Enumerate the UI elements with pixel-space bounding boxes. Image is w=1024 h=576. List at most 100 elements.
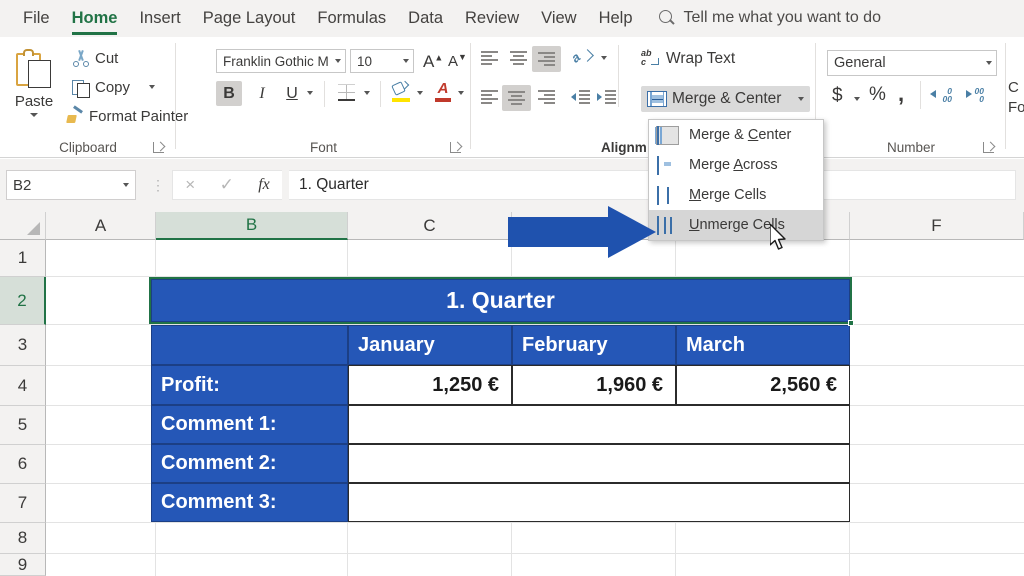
font-dialog-launcher[interactable] [450,142,461,153]
borders-icon [337,83,356,102]
insert-function-icon[interactable]: fx [258,176,270,194]
cell-b4[interactable]: Profit: [151,365,348,405]
tab-data[interactable]: Data [397,4,454,32]
wrap-text-button[interactable]: ab c Wrap Text [641,48,735,68]
cut-button[interactable]: Cut [72,49,118,67]
select-all-corner[interactable] [0,212,46,240]
align-center-button[interactable] [502,85,531,111]
chevron-down-icon[interactable] [335,59,341,63]
tab-review[interactable]: Review [454,4,530,32]
chevron-down-icon[interactable] [798,97,805,101]
fill-handle[interactable] [848,320,854,326]
clipboard-dialog-launcher[interactable] [153,142,164,153]
font-name-input[interactable]: Franklin Gothic M [216,49,346,73]
cell-e3[interactable]: March [676,325,850,365]
menu-item-merge-across[interactable]: Merge Across [649,150,823,180]
increase-font-size-button[interactable]: A▲ [423,52,443,72]
menu-item-merge-cells[interactable]: Merge Cells [649,180,823,210]
row-header-1[interactable]: 1 [0,240,46,277]
tab-insert[interactable]: Insert [128,4,191,32]
increase-indent-button[interactable] [597,90,616,105]
column-header-a[interactable]: A [46,212,156,240]
cell-b6[interactable]: Comment 2: [151,444,348,483]
conditional-formatting-line2[interactable]: Fo [1008,99,1024,116]
tab-page-layout[interactable]: Page Layout [192,4,307,32]
chevron-down-icon[interactable] [123,183,129,187]
row-header-6[interactable]: 6 [0,445,46,484]
chevron-down-icon [601,56,607,60]
row-header-8[interactable]: 8 [0,523,46,554]
menu-item-merge-center[interactable]: Merge & Center [649,120,823,150]
number-format-select[interactable]: General [827,50,997,76]
row-header-4[interactable]: 4 [0,366,46,406]
cell-b7[interactable]: Comment 3: [151,483,348,522]
format-painter-button[interactable]: Format Painter [66,107,188,125]
italic-button[interactable]: I [249,81,275,106]
cell-c3[interactable]: January [348,325,512,365]
chevron-down-icon[interactable] [986,61,992,65]
cell-e4[interactable]: 2,560 € [676,365,850,405]
tab-formulas[interactable]: Formulas [306,4,397,32]
decrease-font-size-button[interactable]: A▼ [448,52,467,70]
font-size-input[interactable]: 10 [350,49,414,73]
cell-c4[interactable]: 1,250 € [348,365,512,405]
underline-button[interactable]: U [279,81,305,106]
cell-d4[interactable]: 1,960 € [512,365,676,405]
align-right-button[interactable] [537,89,556,105]
chevron-down-icon[interactable] [149,85,156,89]
currency-button[interactable]: $ [832,85,843,107]
percent-button[interactable]: % [869,84,886,106]
tab-file[interactable]: File [12,4,61,32]
underline-dropdown[interactable] [307,91,313,95]
tab-home[interactable]: Home [61,4,129,35]
fill-color-dropdown[interactable] [417,91,423,95]
currency-dropdown[interactable] [854,97,860,101]
bold-button[interactable]: B [216,81,242,106]
menu-item-unmerge-cells[interactable]: Unmerge Cells [649,210,823,240]
tell-me-search[interactable]: Tell me what you want to do [658,9,881,27]
cell-b5[interactable]: Comment 1: [151,405,348,444]
cell-b3[interactable] [151,325,348,365]
row-header-2[interactable]: 2 [0,277,46,325]
name-box[interactable]: B2 [6,170,136,200]
cell-c7[interactable] [348,483,850,522]
align-middle-button[interactable] [509,50,528,66]
chevron-down-icon[interactable] [403,59,409,63]
decrease-indent-button[interactable] [571,90,590,105]
cell-area[interactable]: 1. Quarter January February March Profit… [46,240,1024,576]
font-color-button[interactable]: A [434,81,452,102]
column-header-f[interactable]: F [850,212,1024,240]
cell-c5[interactable] [348,405,850,444]
borders-button[interactable] [337,83,356,102]
conditional-formatting-line1[interactable]: C [1008,79,1019,96]
cell-b2[interactable]: 1. Quarter [151,279,850,322]
row-header-5[interactable]: 5 [0,406,46,445]
decrease-decimal-button[interactable]: 0 00 [930,86,952,104]
formula-bar-grip[interactable]: ⋮ [151,177,165,194]
increase-decimal-button[interactable]: 00 0 [962,86,984,104]
row-header-9[interactable]: 9 [0,554,46,576]
chevron-down-icon[interactable] [30,113,38,117]
fill-color-button[interactable] [391,80,411,102]
comma-style-button[interactable]: , [898,81,904,107]
row-header-7[interactable]: 7 [0,484,46,523]
align-bottom-button[interactable] [532,46,561,72]
number-dialog-launcher[interactable] [983,142,994,153]
font-color-dropdown[interactable] [458,91,464,95]
cell-d3[interactable]: February [512,325,676,365]
merge-center-button[interactable]: Merge & Center [641,86,811,112]
align-left-button[interactable] [480,89,499,105]
align-top-button[interactable] [480,50,499,66]
enter-icon[interactable]: ✓ [220,175,234,195]
paste-button[interactable]: Paste [6,45,62,137]
tab-help[interactable]: Help [588,4,644,32]
orientation-button[interactable]: a [568,49,607,67]
borders-dropdown[interactable] [364,91,370,95]
cancel-icon[interactable]: × [185,175,195,195]
cell-c6[interactable] [348,444,850,483]
column-header-b[interactable]: B [156,212,348,240]
copy-button[interactable]: Copy [72,78,156,98]
tab-view[interactable]: View [530,4,587,32]
column-header-c[interactable]: C [348,212,512,240]
row-header-3[interactable]: 3 [0,325,46,366]
